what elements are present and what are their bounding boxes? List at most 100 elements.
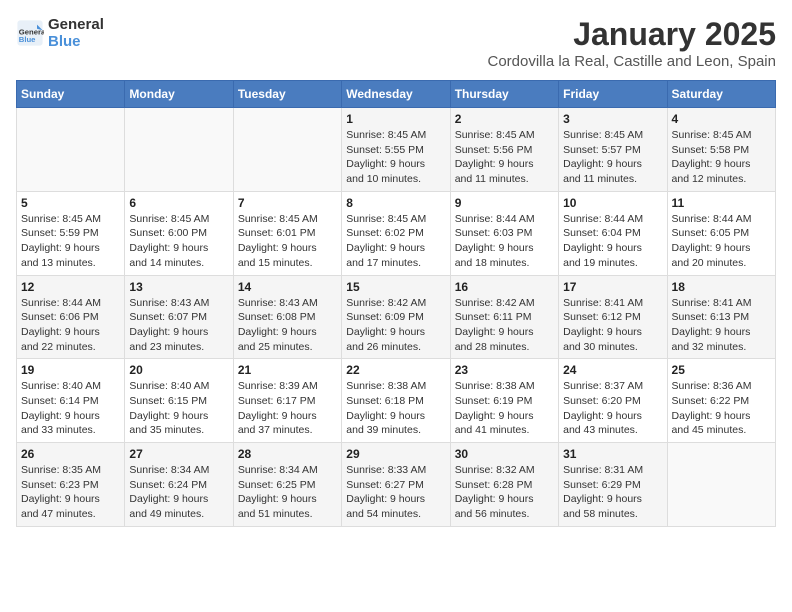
day-number: 19	[21, 363, 120, 377]
calendar-week-row: 5 Sunrise: 8:45 AM Sunset: 5:59 PM Daylig…	[17, 191, 776, 275]
page-subtitle: Cordovilla la Real, Castille and Leon, S…	[487, 53, 776, 70]
day-number: 30	[455, 447, 554, 461]
cell-content: Sunrise: 8:39 AM Sunset: 6:17 PM Dayligh…	[238, 379, 337, 438]
calendar-cell: 18 Sunrise: 8:41 AM Sunset: 6:13 PM Dayli…	[667, 275, 775, 359]
calendar-week-row: 1 Sunrise: 8:45 AM Sunset: 5:55 PM Daylig…	[17, 108, 776, 192]
day-number: 31	[563, 447, 662, 461]
calendar-cell: 16 Sunrise: 8:42 AM Sunset: 6:11 PM Dayli…	[450, 275, 558, 359]
cell-content: Sunrise: 8:37 AM Sunset: 6:20 PM Dayligh…	[563, 379, 662, 438]
page-header: General Blue General Blue January 2025 C…	[16, 16, 776, 70]
calendar-cell: 3 Sunrise: 8:45 AM Sunset: 5:57 PM Daylig…	[559, 108, 667, 192]
day-number: 27	[129, 447, 228, 461]
day-number: 11	[672, 196, 771, 210]
day-number: 15	[346, 280, 445, 294]
day-number: 10	[563, 196, 662, 210]
day-number: 17	[563, 280, 662, 294]
day-number: 1	[346, 112, 445, 126]
cell-content: Sunrise: 8:43 AM Sunset: 6:08 PM Dayligh…	[238, 296, 337, 355]
cell-content: Sunrise: 8:40 AM Sunset: 6:15 PM Dayligh…	[129, 379, 228, 438]
cell-content: Sunrise: 8:36 AM Sunset: 6:22 PM Dayligh…	[672, 379, 771, 438]
calendar-cell: 20 Sunrise: 8:40 AM Sunset: 6:15 PM Dayli…	[125, 359, 233, 443]
cell-content: Sunrise: 8:41 AM Sunset: 6:12 PM Dayligh…	[563, 296, 662, 355]
day-number: 18	[672, 280, 771, 294]
weekday-header-tuesday: Tuesday	[233, 81, 341, 108]
calendar-cell: 7Sunrise: 8:45 AM Sunset: 6:01 PM Daylig…	[233, 191, 341, 275]
cell-content: Sunrise: 8:45 AM Sunset: 5:57 PM Dayligh…	[563, 128, 662, 187]
calendar-week-row: 19 Sunrise: 8:40 AM Sunset: 6:14 PM Dayli…	[17, 359, 776, 443]
cell-content: Sunrise: 8:31 AM Sunset: 6:29 PM Dayligh…	[563, 463, 662, 522]
cell-content: Sunrise: 8:45 AM Sunset: 5:56 PM Dayligh…	[455, 128, 554, 187]
day-number: 4	[672, 112, 771, 126]
day-number: 25	[672, 363, 771, 377]
calendar-cell: 17 Sunrise: 8:41 AM Sunset: 6:12 PM Dayli…	[559, 275, 667, 359]
calendar-cell	[125, 108, 233, 192]
cell-content: Sunrise: 8:42 AM Sunset: 6:11 PM Dayligh…	[455, 296, 554, 355]
calendar-cell: 2Sunrise: 8:45 AM Sunset: 5:56 PM Daylig…	[450, 108, 558, 192]
weekday-header-friday: Friday	[559, 81, 667, 108]
cell-content: Sunrise: 8:38 AM Sunset: 6:19 PM Dayligh…	[455, 379, 554, 438]
day-number: 3	[563, 112, 662, 126]
day-number: 23	[455, 363, 554, 377]
calendar-cell: 19 Sunrise: 8:40 AM Sunset: 6:14 PM Dayli…	[17, 359, 125, 443]
cell-content: Sunrise: 8:44 AM Sunset: 6:06 PM Dayligh…	[21, 296, 120, 355]
calendar-cell	[667, 443, 775, 527]
calendar-table: SundayMondayTuesdayWednesdayThursdayFrid…	[16, 80, 776, 527]
cell-content: Sunrise: 8:38 AM Sunset: 6:18 PM Dayligh…	[346, 379, 445, 438]
cell-content: Sunrise: 8:34 AM Sunset: 6:24 PM Dayligh…	[129, 463, 228, 522]
calendar-cell	[17, 108, 125, 192]
cell-content: Sunrise: 8:41 AM Sunset: 6:13 PM Dayligh…	[672, 296, 771, 355]
day-number: 28	[238, 447, 337, 461]
calendar-cell: 25 Sunrise: 8:36 AM Sunset: 6:22 PM Dayli…	[667, 359, 775, 443]
cell-content: Sunrise: 8:45 AM Sunset: 5:58 PM Dayligh…	[672, 128, 771, 187]
cell-content: Sunrise: 8:45 AM Sunset: 6:00 PM Dayligh…	[129, 212, 228, 271]
cell-content: Sunrise: 8:34 AM Sunset: 6:25 PM Dayligh…	[238, 463, 337, 522]
day-number: 24	[563, 363, 662, 377]
calendar-week-row: 26Sunrise: 8:35 AM Sunset: 6:23 PM Dayli…	[17, 443, 776, 527]
day-number: 20	[129, 363, 228, 377]
day-number: 29	[346, 447, 445, 461]
calendar-cell: 6 Sunrise: 8:45 AM Sunset: 6:00 PM Daylig…	[125, 191, 233, 275]
weekday-header-row: SundayMondayTuesdayWednesdayThursdayFrid…	[17, 81, 776, 108]
title-area: January 2025 Cordovilla la Real, Castill…	[487, 16, 776, 70]
cell-content: Sunrise: 8:33 AM Sunset: 6:27 PM Dayligh…	[346, 463, 445, 522]
cell-content: Sunrise: 8:43 AM Sunset: 6:07 PM Dayligh…	[129, 296, 228, 355]
calendar-cell: 4 Sunrise: 8:45 AM Sunset: 5:58 PM Daylig…	[667, 108, 775, 192]
day-number: 5	[21, 196, 120, 210]
cell-content: Sunrise: 8:45 AM Sunset: 5:59 PM Dayligh…	[21, 212, 120, 271]
calendar-cell: 28 Sunrise: 8:34 AM Sunset: 6:25 PM Dayli…	[233, 443, 341, 527]
calendar-cell: 27 Sunrise: 8:34 AM Sunset: 6:24 PM Dayli…	[125, 443, 233, 527]
calendar-cell: 23 Sunrise: 8:38 AM Sunset: 6:19 PM Dayli…	[450, 359, 558, 443]
calendar-cell: 12Sunrise: 8:44 AM Sunset: 6:06 PM Dayli…	[17, 275, 125, 359]
cell-content: Sunrise: 8:32 AM Sunset: 6:28 PM Dayligh…	[455, 463, 554, 522]
svg-text:Blue: Blue	[19, 35, 36, 44]
weekday-header-thursday: Thursday	[450, 81, 558, 108]
calendar-cell: 26Sunrise: 8:35 AM Sunset: 6:23 PM Dayli…	[17, 443, 125, 527]
cell-content: Sunrise: 8:44 AM Sunset: 6:04 PM Dayligh…	[563, 212, 662, 271]
calendar-cell: 15 Sunrise: 8:42 AM Sunset: 6:09 PM Dayli…	[342, 275, 450, 359]
calendar-cell: 30 Sunrise: 8:32 AM Sunset: 6:28 PM Dayli…	[450, 443, 558, 527]
day-number: 6	[129, 196, 228, 210]
calendar-cell: 21 Sunrise: 8:39 AM Sunset: 6:17 PM Dayli…	[233, 359, 341, 443]
calendar-cell: 5 Sunrise: 8:45 AM Sunset: 5:59 PM Daylig…	[17, 191, 125, 275]
day-number: 21	[238, 363, 337, 377]
weekday-header-sunday: Sunday	[17, 81, 125, 108]
cell-content: Sunrise: 8:40 AM Sunset: 6:14 PM Dayligh…	[21, 379, 120, 438]
calendar-week-row: 12Sunrise: 8:44 AM Sunset: 6:06 PM Dayli…	[17, 275, 776, 359]
cell-content: Sunrise: 8:44 AM Sunset: 6:03 PM Dayligh…	[455, 212, 554, 271]
day-number: 16	[455, 280, 554, 294]
cell-content: Sunrise: 8:44 AM Sunset: 6:05 PM Dayligh…	[672, 212, 771, 271]
logo-line1: General	[48, 16, 104, 33]
day-number: 14	[238, 280, 337, 294]
logo-icon: General Blue	[16, 19, 44, 47]
calendar-cell: 1 Sunrise: 8:45 AM Sunset: 5:55 PM Daylig…	[342, 108, 450, 192]
day-number: 26	[21, 447, 120, 461]
day-number: 22	[346, 363, 445, 377]
weekday-header-monday: Monday	[125, 81, 233, 108]
cell-content: Sunrise: 8:45 AM Sunset: 6:01 PM Dayligh…	[238, 212, 337, 271]
cell-content: Sunrise: 8:45 AM Sunset: 5:55 PM Dayligh…	[346, 128, 445, 187]
calendar-cell: 11 Sunrise: 8:44 AM Sunset: 6:05 PM Dayli…	[667, 191, 775, 275]
calendar-cell: 14 Sunrise: 8:43 AM Sunset: 6:08 PM Dayli…	[233, 275, 341, 359]
weekday-header-wednesday: Wednesday	[342, 81, 450, 108]
cell-content: Sunrise: 8:42 AM Sunset: 6:09 PM Dayligh…	[346, 296, 445, 355]
calendar-cell: 22 Sunrise: 8:38 AM Sunset: 6:18 PM Dayli…	[342, 359, 450, 443]
